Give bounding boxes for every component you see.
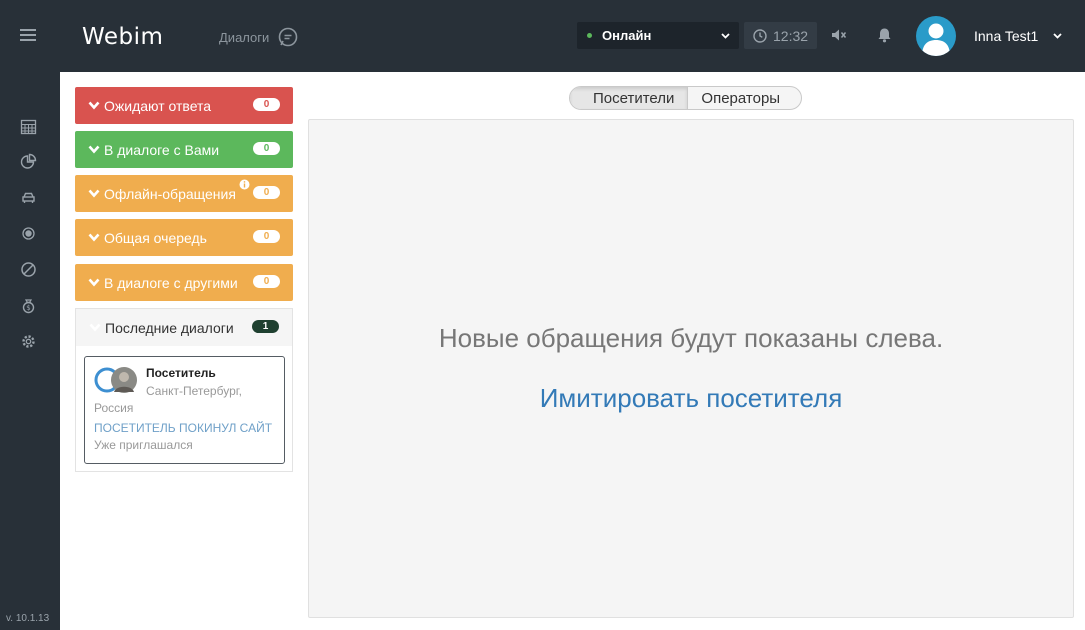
record-icon[interactable] [20,225,37,242]
clock: 12:32 [744,22,817,49]
recent-dialogs-title: Последние диалоги [105,319,234,336]
chevron-down-icon[interactable] [1053,33,1062,39]
chevron-down-icon [88,145,100,154]
dialogs-link[interactable]: Диалоги [219,27,298,47]
pie-chart-icon[interactable] [20,153,37,170]
visitors-icon[interactable] [20,189,37,206]
simulate-visitor-link[interactable]: Имитировать посетителя [309,383,1073,414]
queue-in-dialog-with-others[interactable]: В диалоге с другими 0 [75,264,293,301]
dialogs-label: Диалоги [219,29,270,45]
chat-icon [278,27,298,47]
visitor-card[interactable]: Посетитель Санкт-Петербург, Россия ПОСЕТ… [84,356,285,464]
queue-label: Ожидают ответа [104,97,212,114]
calendar-icon[interactable] [20,118,37,135]
queue-count-badge: 0 [253,142,280,155]
gear-icon[interactable] [20,333,37,350]
logo[interactable]: Webim [82,22,164,52]
queue-count-badge: 0 [253,98,280,111]
tab-operators[interactable]: Операторы [688,87,801,109]
version-label: v. 10.1.13 [6,613,50,624]
queue-label: В диалоге с Вами [104,141,220,158]
chevron-down-icon [88,189,100,198]
user-name[interactable]: Inna Test1 [974,28,1038,44]
chevron-down-icon [88,278,100,287]
visitor-status: ПОСЕТИТЕЛЬ ПОКИНУЛ САЙТ [94,421,273,435]
queue-label: Офлайн-обращения [104,185,236,202]
online-dot [587,33,592,38]
chevron-down-icon [88,101,100,110]
logo-text: Webim [82,24,164,50]
recent-count-badge: 1 [252,320,279,333]
sidebar: $ v. 10.1.13 [0,72,60,630]
queue-label: В диалоге с другими [104,274,238,291]
queue-count-badge: 0 [253,275,280,288]
visitor-name: Посетитель [146,366,216,380]
visitor-city: Санкт-Петербург, [146,384,242,398]
queue-in-dialog-with-you[interactable]: В диалоге с Вами 0 [75,131,293,168]
queue-awaiting-reply[interactable]: Ожидают ответа 0 [75,87,293,124]
top-bar: Webim Диалоги Онлайн 12:32 Inna Test1 [0,0,1085,72]
chevron-down-icon [721,33,730,39]
svg-text:$: $ [26,304,30,312]
visitor-note: Уже приглашался [94,438,193,452]
clock-icon [753,28,767,43]
user-avatar[interactable] [916,16,956,56]
bell-icon[interactable] [877,27,892,43]
chevron-down-icon [88,233,100,242]
status-label: Онлайн [602,28,652,43]
chevron-down-icon [89,323,101,332]
status-select[interactable]: Онлайн [577,22,739,49]
recent-dialogs-panel: Последние диалоги 1 Посетитель Санкт-Пет… [75,308,293,472]
main-panel: Новые обращения будут показаны слева. Им… [308,119,1074,618]
queue-count-badge: 0 [253,186,280,199]
clock-time: 12:32 [773,27,809,44]
ban-icon[interactable] [20,261,37,278]
queue-count-badge: 0 [253,230,280,243]
user-silhouette-icon [922,23,950,56]
queue-general[interactable]: Общая очередь 0 [75,219,293,256]
queue-offline-requests[interactable]: Офлайн-обращения 0 [75,175,293,212]
empty-state-message: Новые обращения будут показаны слева. [438,323,944,353]
view-switcher: Посетители Операторы [569,86,803,110]
tab-visitors[interactable]: Посетители [570,87,689,109]
queue-label: Общая очередь [104,229,207,246]
menu-icon[interactable] [20,29,36,42]
info-icon[interactable] [239,179,250,190]
visitor-country: Россия [94,401,134,415]
sound-mute-icon[interactable] [831,28,847,42]
visitor-avatar [94,366,140,394]
recent-dialogs-header[interactable]: Последние диалоги 1 [76,309,292,346]
webim-visitor-icon [94,367,137,393]
money-bag-icon[interactable]: $ [20,297,37,314]
